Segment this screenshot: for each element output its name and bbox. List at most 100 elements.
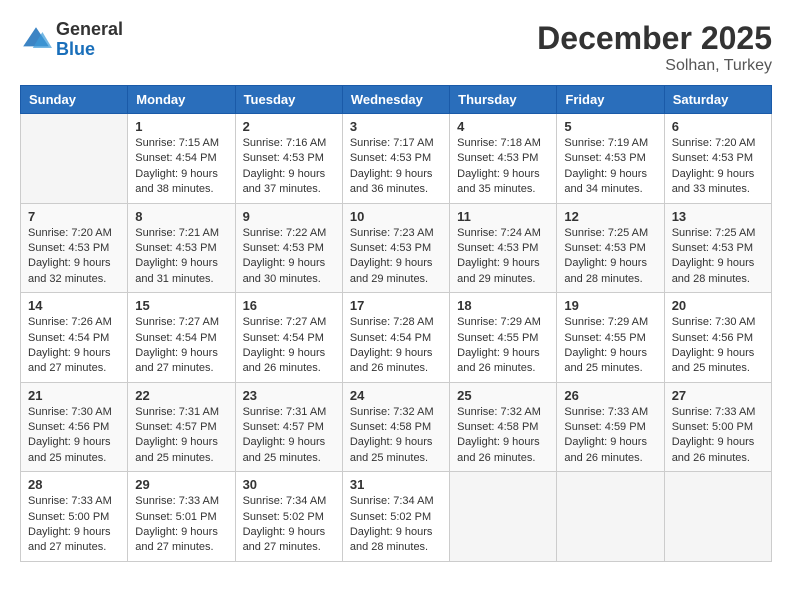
sunrise-text: Sunrise: 7:18 AM — [457, 137, 541, 149]
logo: General Blue — [20, 20, 123, 60]
sunrise-text: Sunrise: 7:33 AM — [672, 406, 756, 418]
sunset-text: Sunset: 4:57 PM — [243, 421, 324, 433]
sunrise-text: Sunrise: 7:20 AM — [28, 227, 112, 239]
sunset-text: Sunset: 5:00 PM — [672, 421, 753, 433]
sunrise-text: Sunrise: 7:30 AM — [28, 406, 112, 418]
calendar-cell: 5 Sunrise: 7:19 AM Sunset: 4:53 PM Dayli… — [557, 114, 664, 204]
sunrise-text: Sunrise: 7:33 AM — [564, 406, 648, 418]
sunrise-text: Sunrise: 7:29 AM — [564, 316, 648, 328]
day-info: Sunrise: 7:33 AM Sunset: 4:59 PM Dayligh… — [564, 405, 656, 467]
calendar-cell: 14 Sunrise: 7:26 AM Sunset: 4:54 PM Dayl… — [21, 293, 128, 383]
calendar-week-5: 28 Sunrise: 7:33 AM Sunset: 5:00 PM Dayl… — [21, 472, 772, 562]
sunrise-text: Sunrise: 7:22 AM — [243, 227, 327, 239]
daylight-text: Daylight: 9 hours and 25 minutes. — [564, 347, 647, 374]
day-info: Sunrise: 7:31 AM Sunset: 4:57 PM Dayligh… — [243, 405, 335, 467]
day-info: Sunrise: 7:34 AM Sunset: 5:02 PM Dayligh… — [350, 494, 442, 556]
sunrise-text: Sunrise: 7:19 AM — [564, 137, 648, 149]
sunset-text: Sunset: 4:55 PM — [564, 332, 645, 344]
sunrise-text: Sunrise: 7:33 AM — [28, 495, 112, 507]
calendar-week-1: 1 Sunrise: 7:15 AM Sunset: 4:54 PM Dayli… — [21, 114, 772, 204]
logo-general-text: General — [56, 20, 123, 40]
day-number: 19 — [564, 298, 656, 313]
calendar-week-3: 14 Sunrise: 7:26 AM Sunset: 4:54 PM Dayl… — [21, 293, 772, 383]
calendar-cell: 8 Sunrise: 7:21 AM Sunset: 4:53 PM Dayli… — [128, 203, 235, 293]
daylight-text: Daylight: 9 hours and 27 minutes. — [243, 526, 326, 553]
day-number: 22 — [135, 388, 227, 403]
day-number: 5 — [564, 119, 656, 134]
logo-text: General Blue — [56, 20, 123, 60]
day-info: Sunrise: 7:24 AM Sunset: 4:53 PM Dayligh… — [457, 226, 549, 288]
daylight-text: Daylight: 9 hours and 33 minutes. — [672, 168, 755, 195]
day-number: 6 — [672, 119, 764, 134]
day-number: 9 — [243, 209, 335, 224]
title-block: December 2025 Solhan, Turkey — [537, 20, 772, 75]
calendar-cell — [21, 114, 128, 204]
daylight-text: Daylight: 9 hours and 35 minutes. — [457, 168, 540, 195]
sunset-text: Sunset: 4:53 PM — [243, 242, 324, 254]
daylight-text: Daylight: 9 hours and 29 minutes. — [457, 257, 540, 284]
daylight-text: Daylight: 9 hours and 27 minutes. — [28, 347, 111, 374]
daylight-text: Daylight: 9 hours and 27 minutes. — [135, 347, 218, 374]
sunset-text: Sunset: 4:53 PM — [457, 242, 538, 254]
daylight-text: Daylight: 9 hours and 26 minutes. — [350, 347, 433, 374]
daylight-text: Daylight: 9 hours and 25 minutes. — [243, 436, 326, 463]
calendar-cell: 21 Sunrise: 7:30 AM Sunset: 4:56 PM Dayl… — [21, 382, 128, 472]
day-info: Sunrise: 7:33 AM Sunset: 5:00 PM Dayligh… — [672, 405, 764, 467]
calendar-cell: 10 Sunrise: 7:23 AM Sunset: 4:53 PM Dayl… — [342, 203, 449, 293]
calendar-cell: 2 Sunrise: 7:16 AM Sunset: 4:53 PM Dayli… — [235, 114, 342, 204]
calendar-cell: 29 Sunrise: 7:33 AM Sunset: 5:01 PM Dayl… — [128, 472, 235, 562]
day-info: Sunrise: 7:16 AM Sunset: 4:53 PM Dayligh… — [243, 136, 335, 198]
sunrise-text: Sunrise: 7:16 AM — [243, 137, 327, 149]
sunset-text: Sunset: 4:54 PM — [135, 332, 216, 344]
sunset-text: Sunset: 4:53 PM — [672, 242, 753, 254]
sunrise-text: Sunrise: 7:24 AM — [457, 227, 541, 239]
sunset-text: Sunset: 4:54 PM — [350, 332, 431, 344]
day-info: Sunrise: 7:29 AM Sunset: 4:55 PM Dayligh… — [457, 315, 549, 377]
day-info: Sunrise: 7:22 AM Sunset: 4:53 PM Dayligh… — [243, 226, 335, 288]
sunset-text: Sunset: 4:53 PM — [672, 152, 753, 164]
calendar-cell: 30 Sunrise: 7:34 AM Sunset: 5:02 PM Dayl… — [235, 472, 342, 562]
daylight-text: Daylight: 9 hours and 25 minutes. — [135, 436, 218, 463]
calendar-cell: 12 Sunrise: 7:25 AM Sunset: 4:53 PM Dayl… — [557, 203, 664, 293]
month-year-title: December 2025 — [537, 20, 772, 57]
calendar-cell — [557, 472, 664, 562]
sunset-text: Sunset: 4:53 PM — [28, 242, 109, 254]
calendar-cell: 18 Sunrise: 7:29 AM Sunset: 4:55 PM Dayl… — [450, 293, 557, 383]
location-subtitle: Solhan, Turkey — [537, 57, 772, 75]
day-info: Sunrise: 7:26 AM Sunset: 4:54 PM Dayligh… — [28, 315, 120, 377]
sunset-text: Sunset: 4:53 PM — [350, 152, 431, 164]
day-info: Sunrise: 7:15 AM Sunset: 4:54 PM Dayligh… — [135, 136, 227, 198]
day-number: 30 — [243, 477, 335, 492]
daylight-text: Daylight: 9 hours and 37 minutes. — [243, 168, 326, 195]
day-info: Sunrise: 7:27 AM Sunset: 4:54 PM Dayligh… — [243, 315, 335, 377]
weekday-header-monday: Monday — [128, 86, 235, 114]
daylight-text: Daylight: 9 hours and 30 minutes. — [243, 257, 326, 284]
day-number: 3 — [350, 119, 442, 134]
day-number: 10 — [350, 209, 442, 224]
sunset-text: Sunset: 5:02 PM — [243, 511, 324, 523]
daylight-text: Daylight: 9 hours and 26 minutes. — [564, 436, 647, 463]
day-number: 15 — [135, 298, 227, 313]
daylight-text: Daylight: 9 hours and 26 minutes. — [457, 347, 540, 374]
sunset-text: Sunset: 4:58 PM — [457, 421, 538, 433]
sunset-text: Sunset: 5:00 PM — [28, 511, 109, 523]
day-number: 25 — [457, 388, 549, 403]
day-info: Sunrise: 7:33 AM Sunset: 5:00 PM Dayligh… — [28, 494, 120, 556]
sunset-text: Sunset: 4:53 PM — [564, 242, 645, 254]
day-number: 17 — [350, 298, 442, 313]
calendar-week-4: 21 Sunrise: 7:30 AM Sunset: 4:56 PM Dayl… — [21, 382, 772, 472]
sunset-text: Sunset: 4:53 PM — [243, 152, 324, 164]
day-number: 28 — [28, 477, 120, 492]
calendar-cell: 25 Sunrise: 7:32 AM Sunset: 4:58 PM Dayl… — [450, 382, 557, 472]
day-info: Sunrise: 7:34 AM Sunset: 5:02 PM Dayligh… — [243, 494, 335, 556]
day-info: Sunrise: 7:27 AM Sunset: 4:54 PM Dayligh… — [135, 315, 227, 377]
day-info: Sunrise: 7:30 AM Sunset: 4:56 PM Dayligh… — [672, 315, 764, 377]
sunset-text: Sunset: 4:58 PM — [350, 421, 431, 433]
daylight-text: Daylight: 9 hours and 31 minutes. — [135, 257, 218, 284]
day-number: 21 — [28, 388, 120, 403]
daylight-text: Daylight: 9 hours and 28 minutes. — [672, 257, 755, 284]
daylight-text: Daylight: 9 hours and 25 minutes. — [672, 347, 755, 374]
day-number: 29 — [135, 477, 227, 492]
page-header: General Blue December 2025 Solhan, Turke… — [20, 20, 772, 75]
day-number: 13 — [672, 209, 764, 224]
